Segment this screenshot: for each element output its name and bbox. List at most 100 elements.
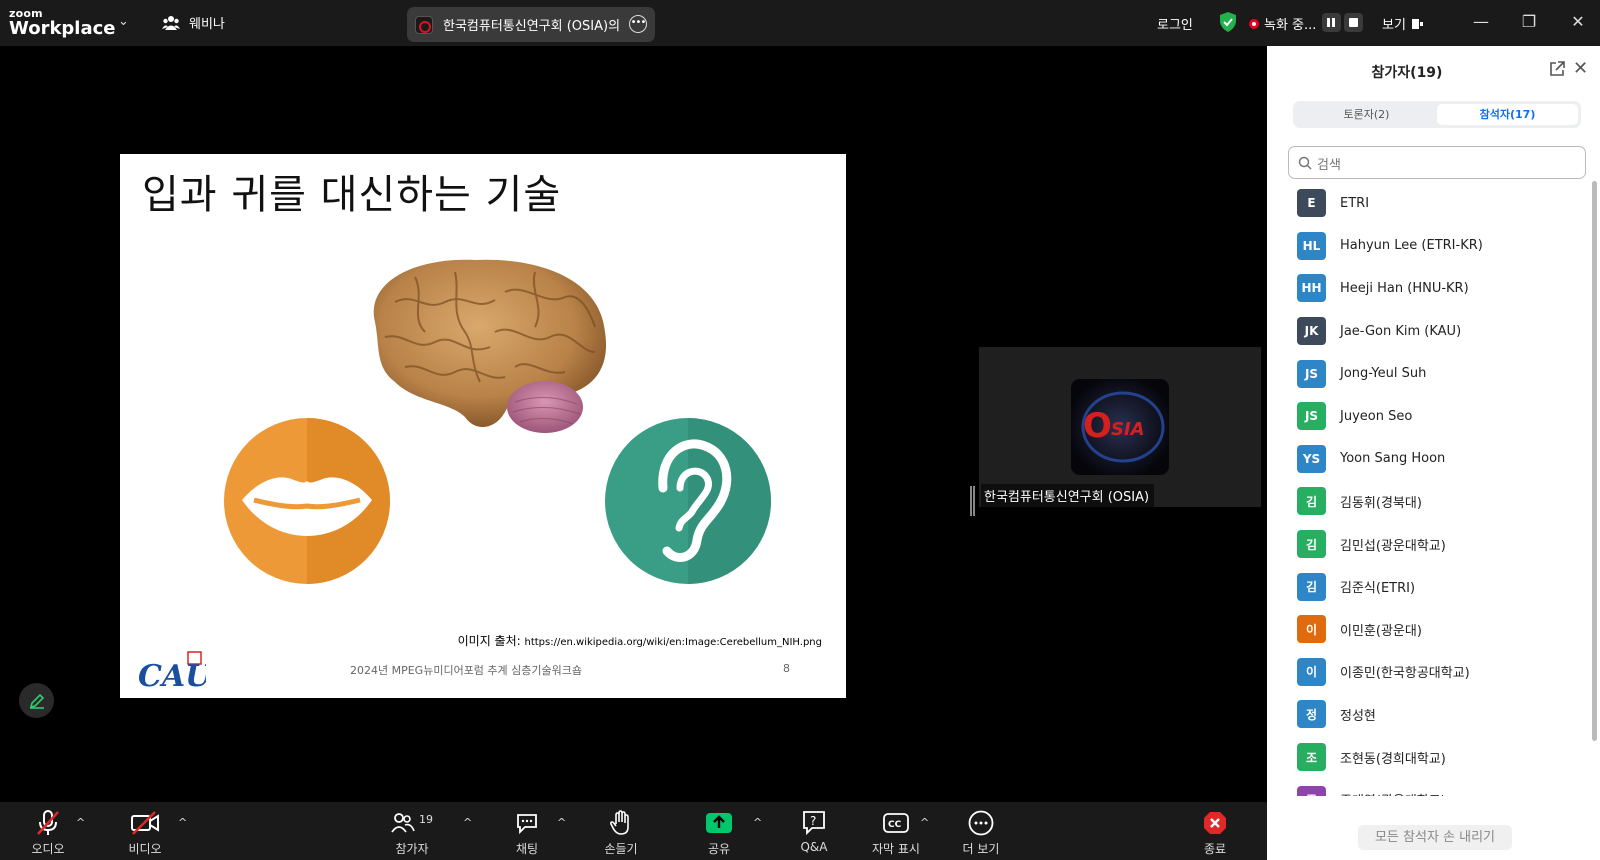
avatar: 조: [1297, 743, 1326, 772]
participant-name: 김민섭(광운대학교): [1340, 538, 1446, 554]
recording-indicator: 녹화 중...: [1249, 14, 1316, 33]
meeting-info-pill[interactable]: 한국컴퓨터통신연구회 (OSIA)의 •••: [407, 7, 655, 42]
ear-icon: [605, 418, 771, 584]
zoom-workplace-logo[interactable]: zoom Workplace: [9, 8, 116, 38]
avatar: HH: [1297, 274, 1326, 303]
avatar: YS: [1297, 444, 1326, 473]
participant-name: 김준식(ETRI): [1340, 581, 1416, 597]
participant-row[interactable]: 김 김동휘(경북대): [1267, 480, 1592, 523]
osia-logo: O SIA: [1071, 379, 1169, 475]
video-tile[interactable]: O SIA 한국컴퓨터통신연구회 (OSIA): [979, 347, 1261, 507]
audio-label: 오디오: [31, 842, 65, 856]
tab-panelists[interactable]: 토론자(2): [1296, 104, 1437, 125]
minimize-window-button[interactable]: —: [1469, 11, 1493, 35]
raise-hand-button[interactable]: 손들기: [599, 808, 643, 857]
participant-row[interactable]: 이 이종민(한국항공대학교): [1267, 651, 1592, 694]
participant-row[interactable]: 이 이민훈(광운대): [1267, 608, 1592, 651]
video-options-caret-icon[interactable]: ^: [178, 816, 187, 829]
view-label: 보기: [1382, 18, 1406, 33]
chevron-down-icon[interactable]: ⌄: [118, 14, 129, 29]
participant-name: Jae-Gon Kim (KAU): [1340, 323, 1462, 339]
qa-label: Q&A: [800, 840, 828, 854]
captions-options-caret-icon[interactable]: ^: [920, 816, 929, 829]
participant-row[interactable]: JS Jong-Yeul Suh: [1267, 352, 1592, 395]
stop-recording-button[interactable]: [1344, 13, 1363, 32]
avatar: 김: [1297, 572, 1326, 601]
avatar: 김: [1297, 530, 1326, 559]
svg-text:CAU: CAU: [138, 659, 206, 692]
share-button[interactable]: 공유: [703, 808, 735, 857]
participant-name: Juyeon Seo: [1340, 408, 1413, 424]
participant-tabs: 토론자(2) 참석자(17): [1293, 101, 1581, 128]
annotate-button[interactable]: [19, 683, 54, 718]
participants-panel: 참가자(19) ✕ 토론자(2) 참석자(17) 검색 E ETRI HL Hahyu…: [1267, 46, 1600, 860]
participant-row[interactable]: JS Juyeon Seo: [1267, 395, 1592, 438]
participant-row[interactable]: 정 정성현: [1267, 693, 1592, 736]
participant-name: Jong-Yeul Suh: [1340, 366, 1427, 382]
participant-row[interactable]: 주 주대영(광운대학교): [1267, 778, 1592, 796]
avatar: JS: [1297, 359, 1326, 388]
restore-window-button[interactable]: ❐: [1517, 11, 1541, 35]
lower-all-hands-button[interactable]: 모든 참석자 손 내리기: [1358, 825, 1512, 850]
participant-row[interactable]: HH Heeji Han (HNU-KR): [1267, 267, 1592, 310]
chat-options-caret-icon[interactable]: ^: [557, 816, 566, 829]
cau-logo: CAU: [136, 650, 213, 696]
more-icon: [968, 810, 994, 836]
pause-recording-button[interactable]: [1322, 13, 1341, 32]
participants-button[interactable]: 19 참가자: [390, 808, 434, 857]
participants-options-caret-icon[interactable]: ^: [463, 816, 472, 829]
participant-row[interactable]: JK Jae-Gon Kim (KAU): [1267, 310, 1592, 353]
end-meeting-button[interactable]: 종료: [1198, 808, 1232, 857]
svg-text:O: O: [1083, 406, 1112, 446]
webinar-indicator[interactable]: 웨비나: [162, 13, 225, 32]
more-options-icon[interactable]: •••: [629, 15, 647, 33]
chat-button[interactable]: 채팅: [511, 808, 543, 857]
search-icon: [1298, 156, 1312, 170]
security-shield-icon[interactable]: [1219, 12, 1237, 32]
close-window-button[interactable]: ✕: [1566, 11, 1590, 35]
chat-label: 채팅: [515, 842, 539, 856]
resize-handle[interactable]: [970, 486, 975, 516]
participants-label: 참가자: [395, 842, 429, 856]
search-input[interactable]: 검색: [1288, 146, 1586, 179]
audio-button[interactable]: 오디오: [26, 808, 70, 857]
microphone-muted-icon: [37, 810, 59, 835]
pencil-icon: [29, 693, 44, 709]
raise-hand-label: 손들기: [604, 842, 638, 856]
participant-list-scrollbar[interactable]: [1592, 181, 1597, 741]
tab-attendees[interactable]: 참석자(17): [1437, 104, 1578, 125]
audio-options-caret-icon[interactable]: ^: [76, 816, 85, 829]
close-panel-icon[interactable]: ✕: [1573, 58, 1588, 79]
view-menu[interactable]: 보기: [1382, 14, 1424, 33]
captions-button[interactable]: CC 자막 표시: [866, 808, 926, 857]
top-bar: zoom Workplace ⌄ 웨비나 한국컴퓨터통신연구회 (OSIA)의 …: [0, 0, 1600, 46]
share-label: 공유: [707, 842, 731, 856]
source-url: https://en.wikipedia.org/wiki/en:Image:C…: [524, 637, 823, 648]
participant-row[interactable]: 조 조현동(경희대학교): [1267, 736, 1592, 779]
participant-row[interactable]: HL Hahyun Lee (ETRI-KR): [1267, 225, 1592, 268]
participant-name: 조현동(경희대학교): [1340, 751, 1446, 767]
qa-button[interactable]: ? Q&A: [797, 808, 831, 854]
end-icon: [1204, 812, 1226, 834]
closed-caption-icon: CC: [883, 813, 909, 833]
avatar: JS: [1297, 402, 1326, 431]
chat-icon: [517, 814, 537, 835]
participant-row[interactable]: E ETRI: [1267, 182, 1592, 225]
share-screen-icon: [706, 813, 732, 833]
participant-row[interactable]: 김 김민섭(광운대학교): [1267, 523, 1592, 566]
pop-out-icon[interactable]: [1548, 60, 1566, 78]
qa-icon: ?: [803, 811, 825, 836]
more-button[interactable]: 더 보기: [959, 808, 1003, 857]
participant-row[interactable]: YS Yoon Sang Hoon: [1267, 438, 1592, 481]
participant-name: Hahyun Lee (ETRI-KR): [1340, 238, 1483, 254]
svg-text:CC: CC: [888, 820, 902, 830]
video-button[interactable]: 비디오: [122, 808, 168, 857]
participant-row[interactable]: 김 김준식(ETRI): [1267, 565, 1592, 608]
login-link[interactable]: 로그인: [1157, 14, 1193, 33]
share-options-caret-icon[interactable]: ^: [753, 816, 762, 829]
participant-name: 김동휘(경북대): [1340, 495, 1422, 511]
slide-footer: 2024년 MPEG뉴미디어포럼 추계 심층기술워크숍: [350, 664, 583, 677]
meeting-title: 한국컴퓨터통신연구회 (OSIA)의: [443, 19, 621, 34]
osia-mini-logo-icon: [415, 15, 433, 34]
recording-label: 녹화 중...: [1264, 18, 1317, 33]
